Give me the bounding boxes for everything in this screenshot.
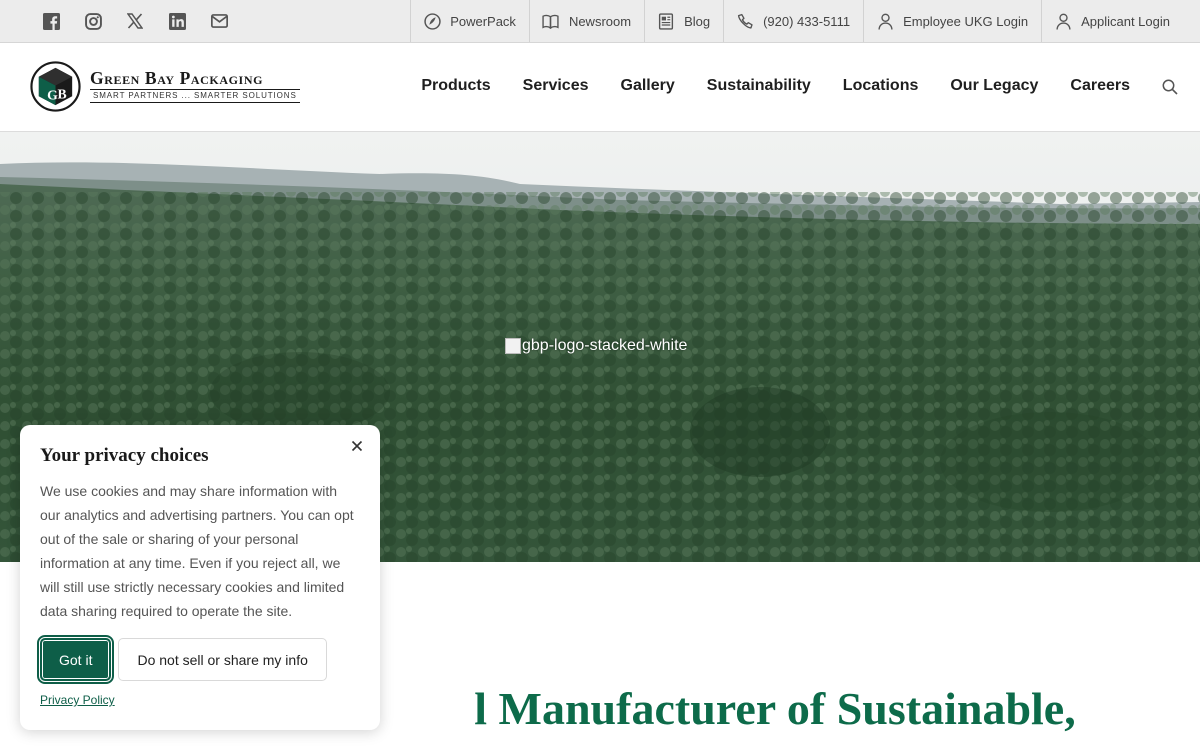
headline-text: l Manufacturer of Sustainable, [474, 683, 1076, 734]
util-link-label: Applicant Login [1081, 13, 1170, 29]
util-link-employee-ukg-login[interactable]: Employee UKG Login [863, 0, 1041, 42]
util-link-label: Newsroom [568, 13, 632, 29]
nav-sustainability[interactable]: Sustainability [707, 77, 811, 95]
close-icon[interactable] [348, 437, 366, 455]
nav-products[interactable]: Products [421, 77, 490, 95]
do-not-sell-button[interactable]: Do not sell or share my info [118, 638, 327, 681]
search-icon[interactable] [1162, 79, 1178, 95]
util-link-applicant-login[interactable]: Applicant Login [1041, 0, 1200, 42]
facebook-icon[interactable] [42, 12, 60, 30]
util-link-powerpack[interactable]: PowerPack [410, 0, 529, 42]
nav-services[interactable]: Services [523, 77, 589, 95]
logo-name: Green Bay Packaging [90, 68, 264, 88]
util-link-label: Blog [684, 13, 711, 29]
newspaper-icon [657, 12, 675, 30]
nav-careers[interactable]: Careers [1070, 77, 1130, 95]
privacy-dialog-body: We use cookies and may share information… [40, 483, 354, 619]
hero-logo-image: gbp-logo-stacked-white [505, 337, 687, 355]
util-link-label: (920) 433-5111 [763, 13, 851, 29]
nav-locations[interactable]: Locations [843, 77, 919, 95]
site-logo[interactable]: G B Green Bay Packaging SMART PARTNERS .… [30, 61, 300, 112]
instagram-icon[interactable] [84, 12, 102, 30]
privacy-dialog-title: Your privacy choices [40, 445, 209, 466]
got-it-button[interactable]: Got it [36, 635, 115, 684]
top-utility-bar: PowerPack Newsroom Blog (920) 433-5111 E… [0, 0, 1200, 43]
broken-image-icon [505, 338, 521, 354]
logo-tagline: SMART PARTNERS ... SMARTER SOLUTIONS [90, 89, 300, 103]
util-link-label: Employee UKG Login [903, 13, 1029, 29]
util-link-blog[interactable]: Blog [644, 0, 723, 42]
book-icon [542, 12, 560, 30]
main-header: G B Green Bay Packaging SMART PARTNERS .… [0, 43, 1200, 132]
nav-gallery[interactable]: Gallery [621, 77, 675, 95]
util-link-label: PowerPack [450, 13, 516, 29]
util-link-newsroom[interactable]: Newsroom [528, 0, 644, 42]
powerpack-icon [423, 12, 441, 30]
mail-icon[interactable] [210, 12, 228, 30]
util-link-phone[interactable]: (920) 433-5111 [723, 0, 863, 42]
user-icon [876, 12, 894, 30]
user-icon [1054, 12, 1072, 30]
privacy-dialog: Your privacy choices We use cookies and … [20, 425, 380, 730]
svg-text:B: B [57, 86, 66, 101]
privacy-policy-link[interactable]: Privacy Policy [40, 693, 115, 707]
x-twitter-icon[interactable] [126, 12, 144, 30]
privacy-dialog-actions: Got it Do not sell or share my info [36, 635, 360, 684]
linkedin-icon[interactable] [168, 12, 186, 30]
social-links [42, 12, 252, 30]
nav-our-legacy[interactable]: Our Legacy [950, 77, 1038, 95]
main-nav: Products Services Gallery Sustainability… [389, 77, 1130, 95]
logo-mark-icon: G B [30, 61, 81, 112]
hero-logo-alt-text: gbp-logo-stacked-white [522, 337, 688, 354]
phone-icon [736, 12, 754, 30]
utility-links: PowerPack Newsroom Blog (920) 433-5111 E… [410, 0, 1200, 42]
